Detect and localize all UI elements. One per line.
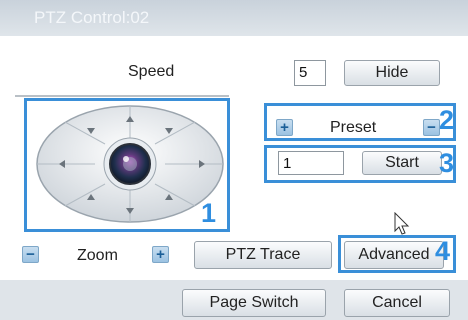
speed-slider-track[interactable] [15, 95, 229, 97]
hide-button[interactable]: Hide [344, 60, 440, 86]
preset-number-input[interactable]: 1 [278, 151, 344, 175]
callout-number-3: 3 [439, 148, 455, 178]
speed-label: Speed [128, 63, 175, 80]
speed-input[interactable]: 5 [294, 60, 326, 86]
preset-label: Preset [330, 119, 377, 136]
preset-plus-button[interactable]: + [276, 119, 293, 136]
preset-minus-button[interactable]: − [423, 119, 440, 136]
window-title: PTZ Control:02 [34, 8, 150, 27]
callout-number-4: 4 [435, 236, 451, 266]
callout-number-1: 1 [201, 198, 217, 228]
zoom-minus-button[interactable]: − [22, 246, 39, 263]
start-button[interactable]: Start [362, 151, 442, 175]
callout-number-2: 2 [439, 105, 455, 135]
direction-pad[interactable] [35, 104, 225, 224]
zoom-plus-button[interactable]: + [152, 246, 169, 263]
page-switch-button[interactable]: Page Switch [182, 289, 326, 317]
advanced-button[interactable]: Advanced [344, 241, 444, 269]
title-bar: PTZ Control:02 [0, 0, 468, 36]
zoom-label: Zoom [77, 247, 118, 264]
cancel-button[interactable]: Cancel [344, 289, 450, 317]
mouse-cursor-icon [394, 212, 410, 235]
ptz-trace-button[interactable]: PTZ Trace [194, 241, 332, 269]
